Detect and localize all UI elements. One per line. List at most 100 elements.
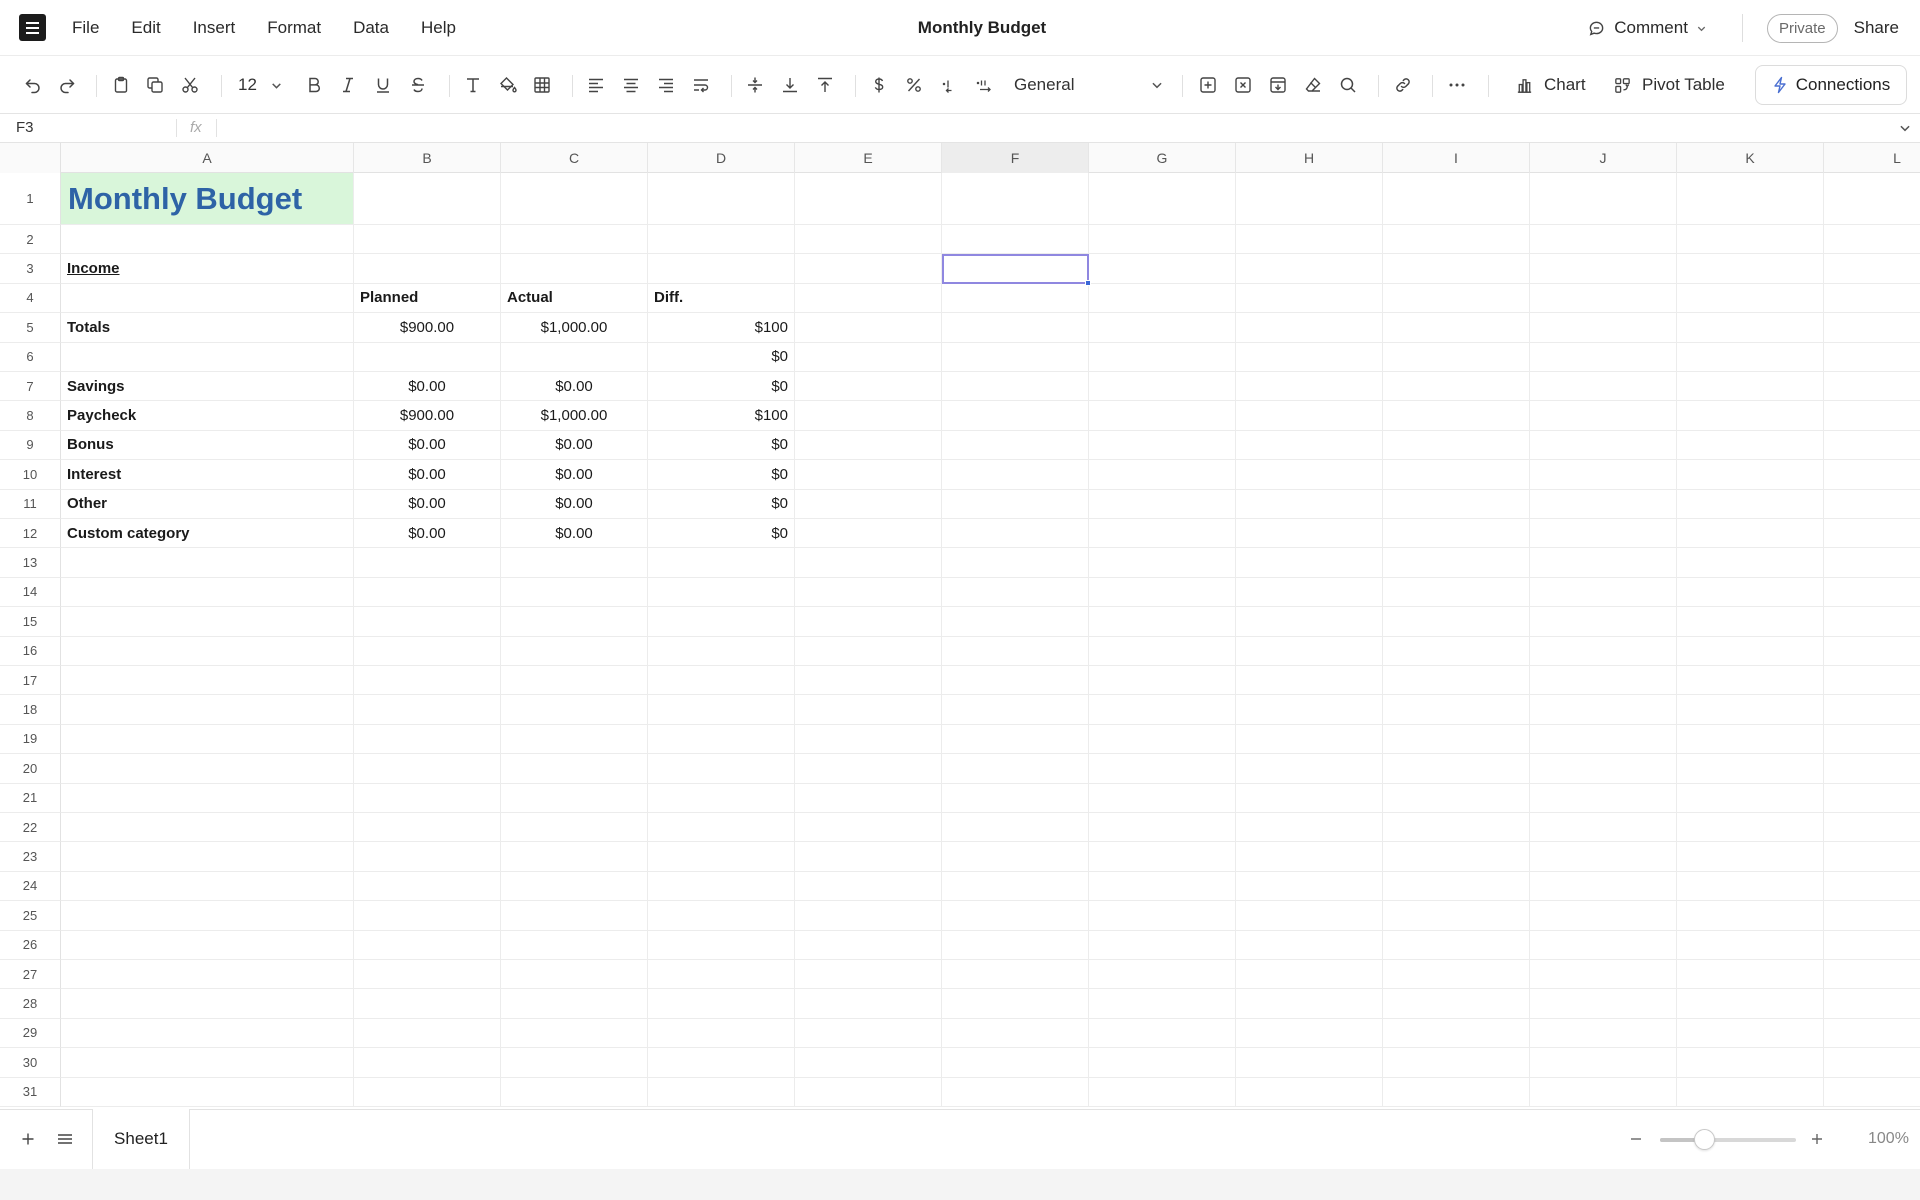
row-header[interactable]: 11 [0, 489, 61, 519]
empty-cell[interactable] [942, 489, 1089, 519]
row-header[interactable]: 26 [0, 930, 61, 960]
empty-cell[interactable] [1824, 548, 1920, 578]
row-header[interactable]: 15 [0, 607, 61, 637]
formula-input[interactable] [224, 114, 1874, 142]
item-label-cell[interactable]: Other [61, 489, 354, 519]
row-header[interactable]: 21 [0, 783, 61, 813]
empty-cell[interactable] [795, 695, 942, 725]
item-actual-cell[interactable]: $0.00 [501, 372, 648, 402]
empty-cell[interactable] [1236, 813, 1383, 843]
empty-cell[interactable] [1236, 519, 1383, 549]
empty-cell[interactable] [1089, 989, 1236, 1019]
empty-cell[interactable] [942, 960, 1089, 990]
item-actual-cell[interactable]: $0.00 [501, 489, 648, 519]
empty-cell[interactable] [61, 724, 354, 755]
cut-button[interactable] [176, 56, 204, 114]
empty-cell[interactable] [501, 871, 648, 902]
empty-cell[interactable] [1089, 666, 1236, 696]
empty-cell[interactable] [501, 173, 648, 225]
totals-actual-cell[interactable]: $1,000.00 [501, 313, 648, 343]
item-label-cell[interactable]: Interest [61, 460, 354, 490]
empty-cell[interactable] [648, 930, 795, 960]
empty-cell[interactable] [942, 225, 1089, 255]
row-header[interactable]: 7 [0, 372, 61, 402]
row-header[interactable]: 29 [0, 1018, 61, 1049]
empty-cell[interactable] [1383, 225, 1530, 255]
empty-cell[interactable] [1530, 1048, 1677, 1078]
row-header[interactable]: 20 [0, 754, 61, 784]
empty-cell[interactable] [648, 225, 795, 255]
empty-cell[interactable] [1236, 989, 1383, 1019]
empty-cell[interactable] [795, 460, 942, 490]
sheet-list-button[interactable] [51, 1110, 79, 1168]
empty-cell[interactable] [942, 401, 1089, 431]
empty-cell[interactable] [648, 813, 795, 843]
empty-cell[interactable] [1530, 901, 1677, 931]
empty-cell[interactable] [1677, 460, 1824, 490]
empty-cell[interactable] [1677, 901, 1824, 931]
empty-cell[interactable] [795, 901, 942, 931]
row-header[interactable]: 10 [0, 460, 61, 490]
empty-cell[interactable] [795, 607, 942, 637]
row-header[interactable]: 1 [0, 173, 61, 225]
empty-cell[interactable] [1383, 401, 1530, 431]
empty-cell[interactable] [1677, 842, 1824, 872]
empty-cell[interactable] [1089, 519, 1236, 549]
empty-cell[interactable] [1089, 1048, 1236, 1078]
empty-cell[interactable] [942, 372, 1089, 402]
empty-cell[interactable] [61, 225, 354, 255]
column-header[interactable]: D [648, 143, 795, 173]
empty-cell[interactable] [354, 695, 501, 725]
number-format-select[interactable]: General [1014, 56, 1164, 114]
empty-cell[interactable] [1236, 173, 1383, 225]
empty-cell[interactable] [1236, 901, 1383, 931]
empty-cell[interactable] [648, 254, 795, 284]
align-left-button[interactable] [582, 56, 610, 114]
empty-cell[interactable] [1824, 173, 1920, 225]
empty-cell[interactable] [1677, 724, 1824, 755]
empty-cell[interactable] [61, 783, 354, 813]
item-planned-cell[interactable]: $0.00 [354, 519, 501, 549]
empty-cell[interactable] [1677, 173, 1824, 225]
empty-cell[interactable] [1677, 1077, 1824, 1107]
empty-cell[interactable] [501, 636, 648, 666]
empty-cell[interactable] [1236, 666, 1383, 696]
empty-cell[interactable] [1236, 430, 1383, 461]
delete-button[interactable] [1229, 56, 1257, 114]
empty-cell[interactable] [1236, 1018, 1383, 1049]
empty-cell[interactable] [1824, 460, 1920, 490]
empty-cell[interactable] [942, 430, 1089, 461]
row-header[interactable]: 17 [0, 666, 61, 696]
undo-button[interactable] [19, 56, 47, 114]
empty-cell[interactable] [795, 989, 942, 1019]
empty-cell[interactable] [501, 901, 648, 931]
empty-cell[interactable] [1530, 783, 1677, 813]
empty-cell[interactable] [1824, 225, 1920, 255]
empty-cell[interactable] [1383, 1018, 1530, 1049]
empty-cell[interactable] [1089, 460, 1236, 490]
empty-cell[interactable] [1824, 813, 1920, 843]
empty-cell[interactable] [942, 871, 1089, 902]
empty-cell[interactable] [1530, 372, 1677, 402]
empty-cell[interactable] [1089, 372, 1236, 402]
percent-format-button[interactable] [900, 56, 928, 114]
redo-button[interactable] [53, 56, 81, 114]
valign-top-button[interactable] [811, 56, 839, 114]
empty-cell[interactable] [1677, 283, 1824, 314]
empty-cell[interactable] [942, 1018, 1089, 1049]
empty-cell[interactable] [354, 1048, 501, 1078]
empty-cell[interactable] [1824, 1048, 1920, 1078]
empty-cell[interactable] [1236, 842, 1383, 872]
empty-cell[interactable] [354, 548, 501, 578]
empty-cell[interactable] [795, 430, 942, 461]
empty-cell[interactable] [942, 1048, 1089, 1078]
empty-cell[interactable] [354, 842, 501, 872]
empty-cell[interactable] [1677, 695, 1824, 725]
column-header[interactable]: L [1824, 143, 1920, 173]
row-header[interactable]: 2 [0, 225, 61, 255]
empty-cell[interactable] [1530, 342, 1677, 372]
valign-bottom-button[interactable] [776, 56, 804, 114]
empty-cell[interactable] [1089, 489, 1236, 519]
empty-cell[interactable] [1089, 842, 1236, 872]
empty-cell[interactable] [1677, 783, 1824, 813]
